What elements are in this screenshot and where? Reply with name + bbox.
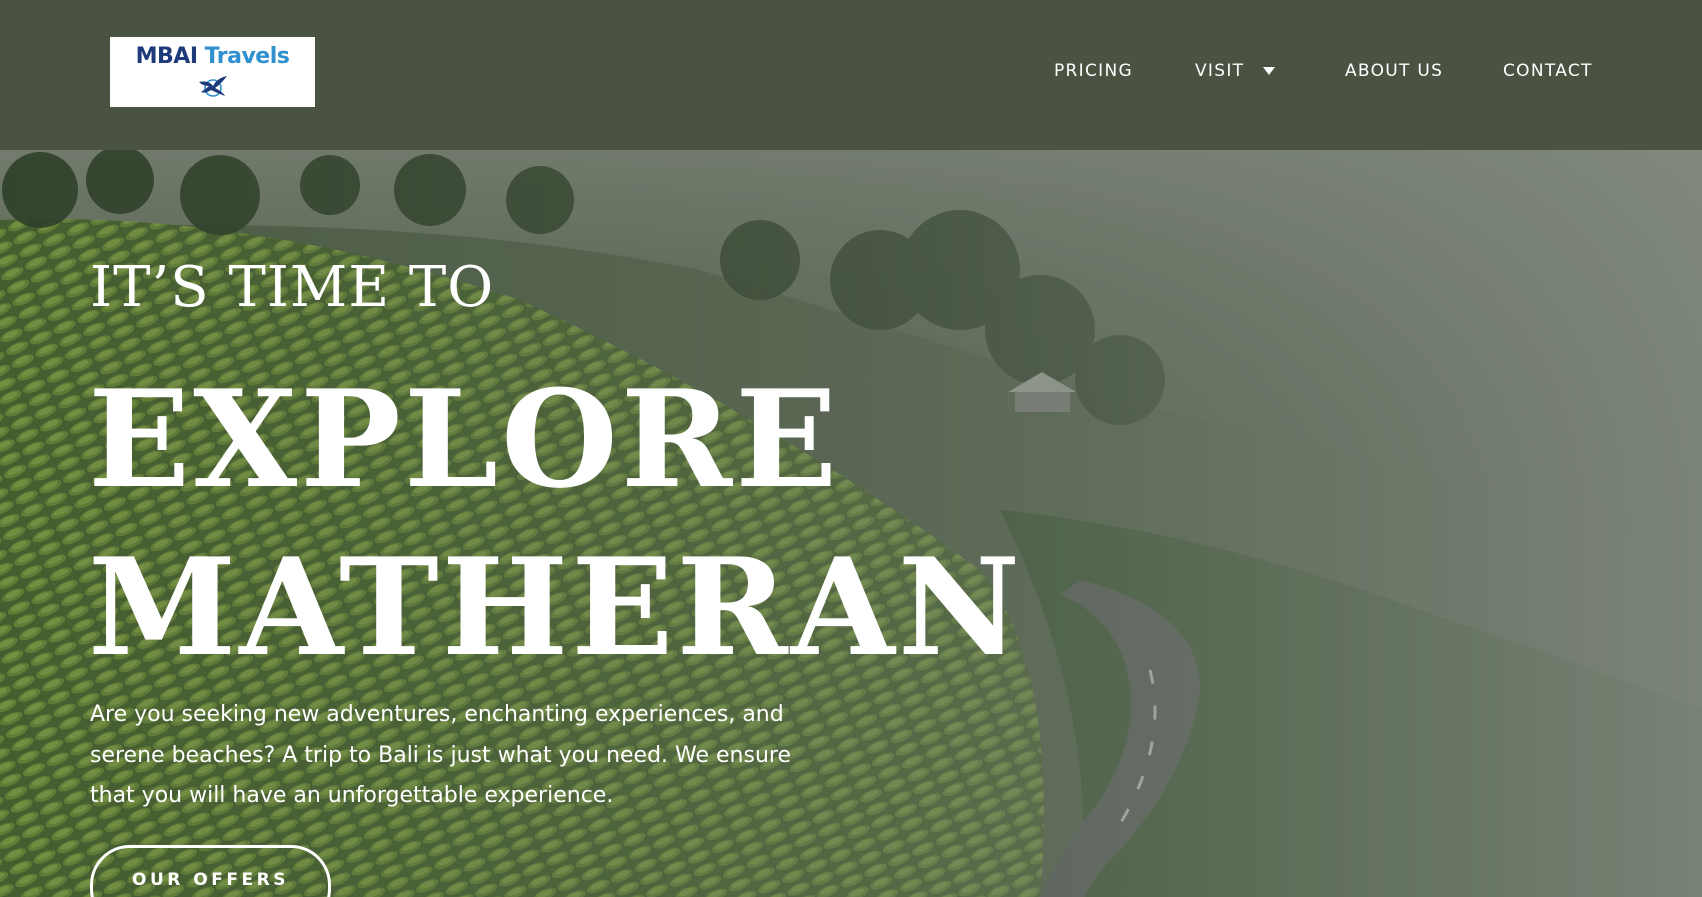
main-nav: PRICING VISIT ABOUT US CONTACT xyxy=(0,58,1702,84)
site-header: MBAI Travels PRICING VISIT ABOUT US CONT… xyxy=(0,0,1702,150)
hero-eyebrow: IT’S TIME TO xyxy=(90,255,495,320)
our-offers-button[interactable]: OUR OFFERS xyxy=(90,845,331,897)
hero-title-line2: MATHERAN xyxy=(88,528,1024,686)
nav-visit[interactable]: VISIT xyxy=(1195,58,1244,84)
nav-contact[interactable]: CONTACT xyxy=(1503,58,1593,84)
nav-pricing[interactable]: PRICING xyxy=(1054,58,1133,84)
hero-title: EXPLORE MATHERAN xyxy=(88,355,1023,691)
hero-section: IT’S TIME TO EXPLORE MATHERAN Are you se… xyxy=(0,150,1702,897)
caret-down-icon[interactable] xyxy=(1263,67,1275,75)
nav-about-us[interactable]: ABOUT US xyxy=(1345,58,1443,84)
hero-title-line1: EXPLORE xyxy=(88,360,841,518)
hero-description: Are you seeking new adventures, enchanti… xyxy=(90,702,792,808)
